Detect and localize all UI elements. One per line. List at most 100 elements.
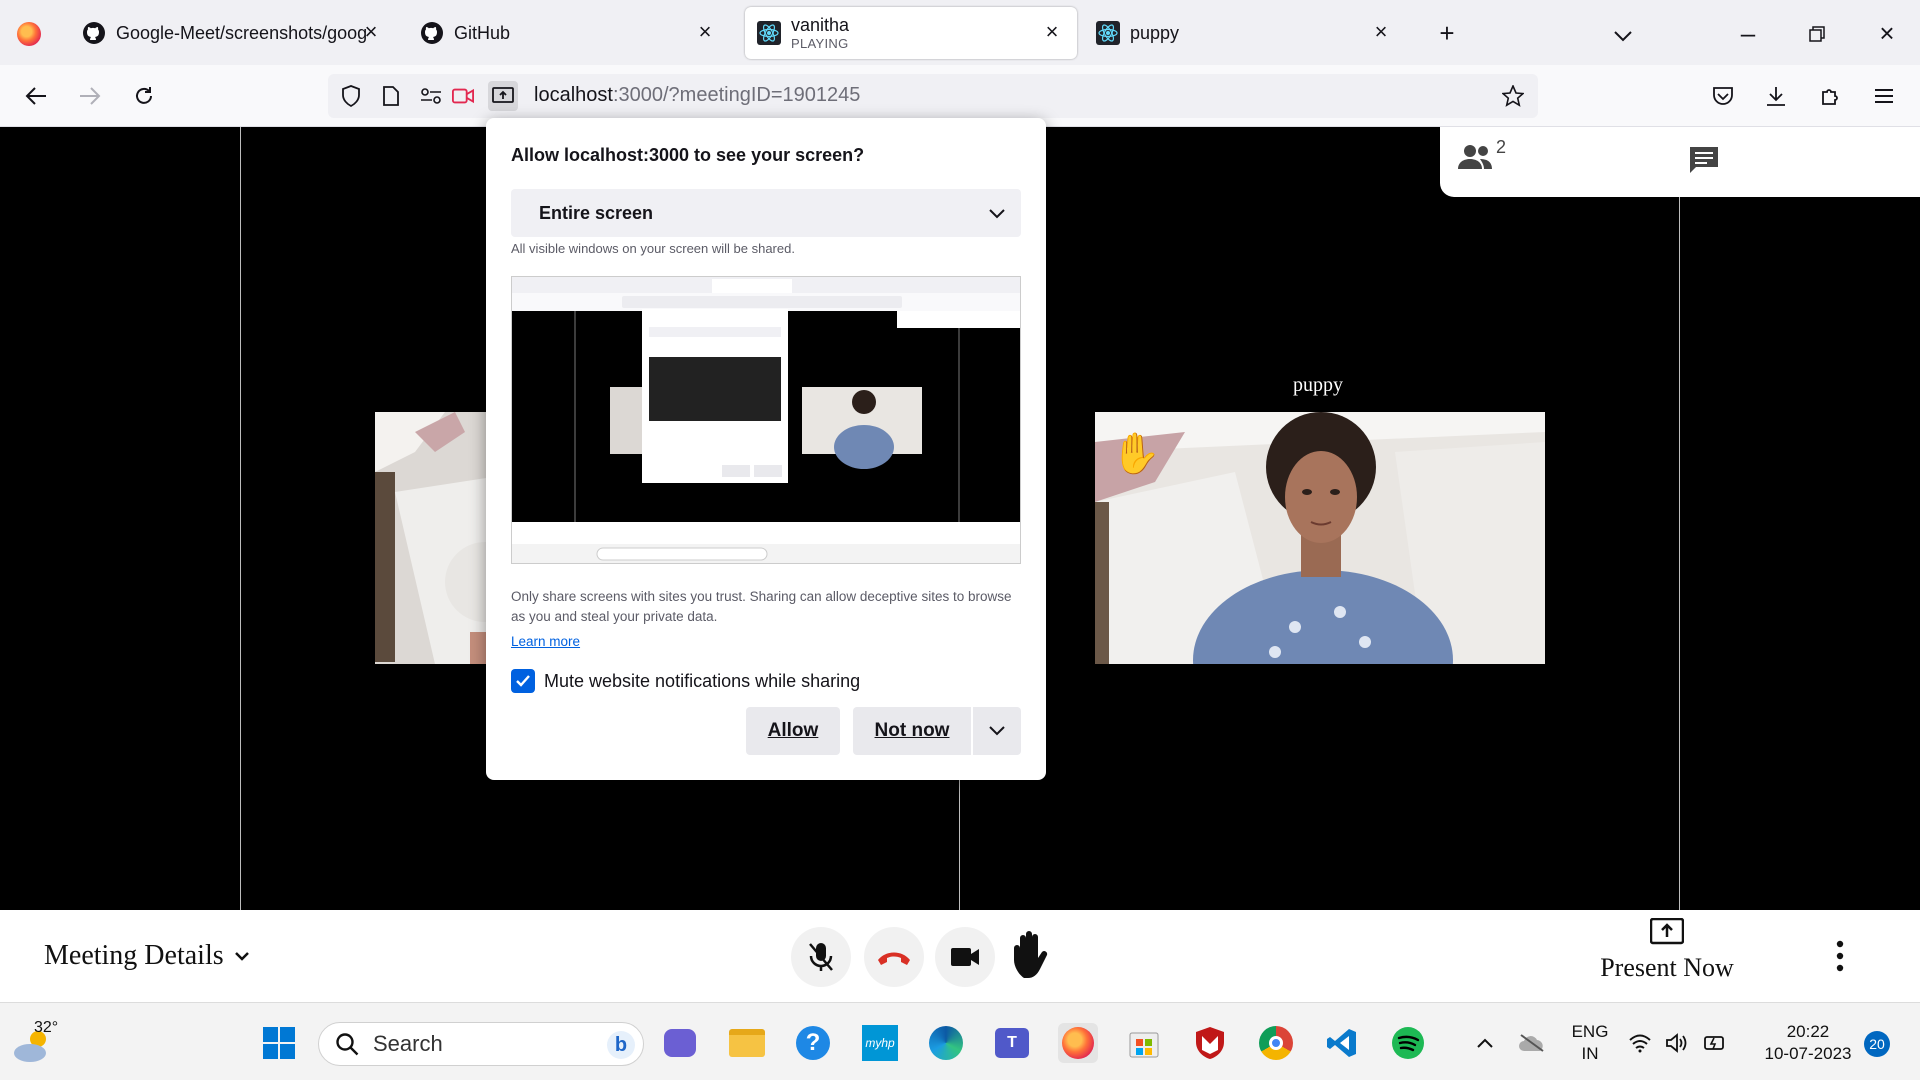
people-icon <box>1458 145 1492 169</box>
onedrive-offline-icon <box>1519 1034 1544 1052</box>
taskbar-mcafee[interactable] <box>1190 1023 1230 1063</box>
participant-video-frame <box>1095 412 1545 664</box>
address-bar[interactable]: localhost:3000/?meetingID=1901245 <box>328 74 1538 118</box>
tab-title: puppy <box>1130 22 1180 43</box>
tab-github[interactable]: GitHub × <box>408 7 730 59</box>
camera-sharing-indicator-icon[interactable] <box>452 85 474 107</box>
dialog-title: Allow localhost:3000 to see your screen? <box>511 145 865 165</box>
taskbar-firefox[interactable] <box>1058 1023 1098 1063</box>
tracking-protection-shield-icon[interactable] <box>340 85 362 107</box>
chat-button[interactable] <box>1688 145 1720 180</box>
clock[interactable]: 20:22 10-07-2023 <box>1748 1021 1868 1065</box>
participants-button[interactable]: 2 <box>1458 137 1506 171</box>
show-hidden-icons-button[interactable] <box>1465 1023 1505 1063</box>
minimize-window-button[interactable]: – <box>1733 18 1763 48</box>
taskbar-teams[interactable]: T <box>992 1023 1032 1063</box>
page-info-icon[interactable] <box>380 85 402 107</box>
mute-microphone-button[interactable] <box>791 927 851 987</box>
tab-google-meet-screenshots[interactable]: Google-Meet/screenshots/goog × <box>70 7 396 59</box>
taskbar-myhp[interactable]: myhp <box>860 1023 900 1063</box>
taskbar-spotify[interactable] <box>1388 1023 1428 1063</box>
end-call-button[interactable] <box>864 927 924 987</box>
restore-window-button[interactable] <box>1802 18 1832 48</box>
present-now-button[interactable]: Present Now <box>1594 917 1740 983</box>
stage-divider-left <box>240 127 241 910</box>
start-button[interactable] <box>259 1023 299 1063</box>
close-tab-icon[interactable]: × <box>1041 21 1063 43</box>
not-now-label: Not now <box>874 720 950 741</box>
meeting-control-bar: Meeting Details Present Now <box>0 910 1920 1002</box>
url-text[interactable]: localhost:3000/?meetingID=1901245 <box>534 84 860 107</box>
url-path: :3000/?meetingID=1901245 <box>612 84 861 106</box>
taskbar-search-box[interactable]: Search b <box>318 1022 644 1066</box>
bookmark-star-icon[interactable] <box>1502 85 1524 107</box>
bing-icon: b <box>607 1031 635 1059</box>
extensions-button[interactable] <box>1816 81 1846 111</box>
tab-playing-status: PLAYING <box>791 36 849 51</box>
mute-notifications-label[interactable]: Mute website notifications while sharing <box>544 671 860 692</box>
chat-app-icon <box>664 1029 696 1057</box>
browser-tab-strip: Google-Meet/screenshots/goog × GitHub × … <box>0 0 1920 65</box>
windows-taskbar: 32° Search b ? myhp T ENG IN 20:22 10-07… <box>0 1002 1920 1080</box>
tab-puppy[interactable]: puppy × <box>1084 7 1406 59</box>
teams-icon: T <box>995 1028 1029 1058</box>
new-tab-button[interactable]: + <box>1432 18 1462 48</box>
notification-count-badge[interactable]: 20 <box>1864 1031 1890 1057</box>
selected-source-label: Entire screen <box>539 202 654 223</box>
edge-icon <box>929 1026 963 1060</box>
taskbar-chrome[interactable] <box>1256 1023 1296 1063</box>
tab-title: Google-Meet/screenshots/goog <box>116 22 366 43</box>
close-tab-icon[interactable]: × <box>1370 21 1392 43</box>
taskbar-microsoft-store[interactable] <box>1124 1023 1164 1063</box>
taskbar-get-help[interactable]: ? <box>793 1023 833 1063</box>
clock-time: 20:22 <box>1786 1022 1830 1041</box>
taskbar-edge[interactable] <box>926 1023 966 1063</box>
list-all-tabs-button[interactable] <box>1608 18 1638 48</box>
reload-icon <box>136 87 152 104</box>
raise-hand-button[interactable] <box>1012 930 1056 980</box>
mute-notifications-checkbox[interactable] <box>511 669 535 693</box>
meeting-details-button[interactable]: Meeting Details <box>44 940 250 972</box>
hang-up-phone-icon <box>878 952 910 965</box>
taskbar-chat-app[interactable] <box>660 1023 700 1063</box>
hamburger-menu-icon <box>1875 89 1893 103</box>
allow-button[interactable]: Allow <box>746 707 840 755</box>
back-button[interactable] <box>21 81 51 111</box>
close-tab-icon[interactable]: × <box>694 21 716 43</box>
tab-vanitha-active[interactable]: vanitha PLAYING × <box>745 7 1077 59</box>
windows-logo-icon <box>263 1027 295 1059</box>
wifi-icon <box>1629 1034 1651 1053</box>
input-language-indicator[interactable]: ENG IN <box>1568 1021 1612 1065</box>
app-menu-button[interactable] <box>1869 81 1899 111</box>
screen-share-permission-icon[interactable] <box>488 81 518 111</box>
tab-title: GitHub <box>454 22 511 43</box>
more-actions-dropdown-button[interactable] <box>973 707 1021 755</box>
learn-more-link[interactable]: Learn more <box>511 634 580 649</box>
pocket-button[interactable] <box>1708 81 1738 111</box>
close-window-button[interactable]: × <box>1872 18 1902 48</box>
network-volume-battery-tray[interactable] <box>1628 1023 1728 1063</box>
forward-button[interactable] <box>75 81 105 111</box>
weather-widget[interactable]: 32° <box>12 1019 66 1065</box>
reload-button[interactable] <box>129 81 159 111</box>
close-tab-icon[interactable]: × <box>360 21 382 43</box>
onedrive-button[interactable] <box>1512 1023 1552 1063</box>
myhp-icon: myhp <box>862 1025 898 1061</box>
folder-icon <box>729 1029 765 1057</box>
chrome-icon <box>1259 1026 1293 1060</box>
taskbar-file-explorer[interactable] <box>727 1023 767 1063</box>
permissions-icon[interactable] <box>420 85 442 107</box>
downloads-button[interactable] <box>1761 81 1791 111</box>
toggle-camera-button[interactable] <box>935 927 995 987</box>
spotify-icon <box>1392 1027 1424 1059</box>
present-now-label: Present Now <box>1600 953 1734 982</box>
screen-source-select[interactable]: Entire screen <box>511 189 1021 237</box>
screen-share-permission-dialog: Allow localhost:3000 to see your screen?… <box>486 118 1046 780</box>
firefox-logo-icon[interactable] <box>17 22 41 46</box>
more-options-button[interactable] <box>1830 938 1850 974</box>
store-icon <box>1129 1032 1159 1058</box>
chat-icon <box>1690 147 1718 173</box>
taskbar-vscode[interactable] <box>1322 1023 1362 1063</box>
not-now-button[interactable]: Not now <box>853 707 971 755</box>
url-host: localhost <box>534 84 613 106</box>
